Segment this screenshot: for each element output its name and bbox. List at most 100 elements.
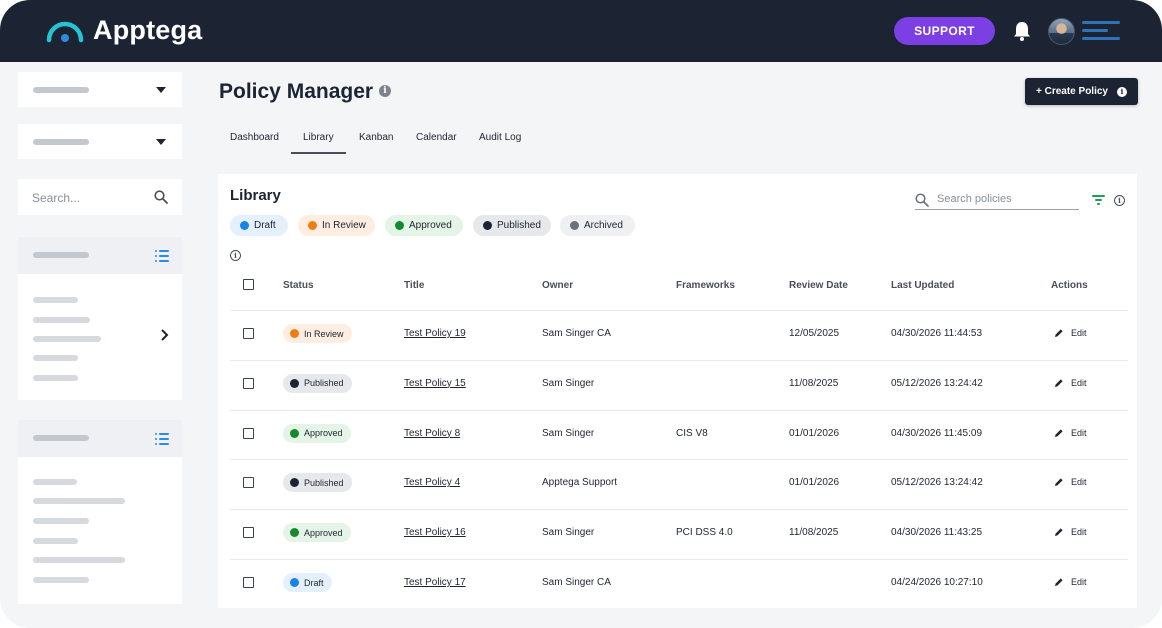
owner-cell: Sam Singer CA xyxy=(542,577,611,588)
policy-title-link[interactable]: Test Policy 4 xyxy=(404,477,460,488)
menu-icon[interactable] xyxy=(1082,21,1120,41)
edit-button[interactable]: Edit xyxy=(1054,527,1087,537)
edit-label: Edit xyxy=(1071,427,1087,438)
row-divider xyxy=(230,509,1128,511)
edit-label: Edit xyxy=(1071,527,1087,538)
row-divider xyxy=(230,459,1128,461)
row-checkbox[interactable] xyxy=(243,328,254,339)
policy-title-link[interactable]: Test Policy 17 xyxy=(404,577,466,588)
bell-icon[interactable] xyxy=(1012,20,1032,42)
edit-button[interactable]: Edit xyxy=(1054,428,1087,438)
row-checkbox[interactable] xyxy=(243,527,254,539)
filter-chip-approved[interactable]: Approved xyxy=(385,215,463,236)
last-updated-cell: 04/30/2026 11:43:25 xyxy=(891,527,983,539)
frameworks-cell: CIS V8 xyxy=(676,427,708,439)
status-badge: Draft xyxy=(283,573,332,592)
sidebar-dropdown-2[interactable] xyxy=(18,124,182,159)
pencil-icon xyxy=(1055,478,1063,487)
row-checkbox[interactable] xyxy=(243,477,254,489)
review-date-cell: 01/01/2026 xyxy=(789,477,840,489)
tab-dashboard[interactable]: Dashboard xyxy=(230,132,279,143)
status-dot xyxy=(395,221,404,230)
filter-chip-in-review[interactable]: In Review xyxy=(298,215,375,236)
status-dot xyxy=(308,221,317,230)
status-label: Published xyxy=(304,378,344,389)
filter-chip-archived[interactable]: Archived xyxy=(560,215,635,236)
review-date-cell: 11/08/2025 xyxy=(789,377,839,389)
edit-button[interactable]: Edit xyxy=(1054,328,1087,338)
filter-chip-label: Published xyxy=(497,220,541,231)
tab-audit-log[interactable]: Audit Log xyxy=(479,132,521,143)
policy-title-link[interactable]: Test Policy 19 xyxy=(404,328,466,339)
brand-logo[interactable]: Apptega xyxy=(45,14,202,46)
tab-calendar[interactable]: Calendar xyxy=(416,132,457,143)
status-label: Approved xyxy=(304,428,343,439)
frameworks-cell: PCI DSS 4.0 xyxy=(676,527,733,539)
status-dot xyxy=(290,578,299,587)
info-icon[interactable]: i xyxy=(230,250,241,261)
search-icon[interactable] xyxy=(154,190,168,204)
column-header-owner[interactable]: Owner xyxy=(542,280,573,291)
column-header-status[interactable]: Status xyxy=(283,280,314,291)
edit-button[interactable]: Edit xyxy=(1054,577,1087,587)
last-updated-cell: 05/12/2026 13:24:42 xyxy=(891,377,983,389)
filter-chip-label: Approved xyxy=(409,220,452,231)
support-button[interactable]: SUPPORT xyxy=(894,17,995,45)
app-window: Apptega SUPPORT Search... Policy Manager… xyxy=(0,0,1162,628)
tab-library[interactable]: Library xyxy=(303,132,334,143)
sidebar-panel-2 xyxy=(18,420,182,604)
create-policy-button[interactable]: + Create Policy i xyxy=(1025,78,1138,105)
list-icon[interactable] xyxy=(155,433,169,445)
list-icon[interactable] xyxy=(155,250,169,262)
search-icon xyxy=(915,193,929,207)
edit-label: Edit xyxy=(1071,328,1087,338)
edit-button[interactable]: Edit xyxy=(1054,378,1087,388)
info-icon[interactable]: i xyxy=(379,85,391,97)
row-divider xyxy=(230,310,1128,311)
row-checkbox[interactable] xyxy=(243,377,254,389)
active-tab-indicator xyxy=(291,152,346,154)
arc-logo-icon xyxy=(46,21,84,43)
status-dot xyxy=(483,221,492,230)
row-checkbox[interactable] xyxy=(243,577,254,588)
owner-cell: Sam Singer CA xyxy=(542,328,611,339)
column-header-last-updated[interactable]: Last Updated xyxy=(891,280,954,291)
policy-title-link[interactable]: Test Policy 15 xyxy=(404,378,466,389)
sidebar-dropdown-1[interactable] xyxy=(18,72,182,107)
pencil-icon xyxy=(1055,428,1063,437)
column-header-review-date[interactable]: Review Date xyxy=(789,280,848,291)
status-dot xyxy=(290,428,299,438)
edit-button[interactable]: Edit xyxy=(1054,477,1087,487)
policy-title-link[interactable]: Test Policy 16 xyxy=(404,527,466,538)
avatar[interactable] xyxy=(1048,18,1075,45)
pencil-icon xyxy=(1055,329,1063,337)
edit-label: Edit xyxy=(1071,577,1087,587)
status-badge: Published xyxy=(283,373,352,393)
status-label: Draft xyxy=(304,577,324,588)
search-policies-placeholder: Search policies xyxy=(937,193,1012,205)
row-checkbox[interactable] xyxy=(243,427,254,439)
select-all-checkbox[interactable] xyxy=(243,279,254,290)
last-updated-cell: 04/30/2026 11:45:09 xyxy=(891,427,983,439)
status-label: Published xyxy=(304,477,344,488)
status-badge: Approved xyxy=(283,423,351,443)
brand-name: Apptega xyxy=(93,14,203,45)
status-dot xyxy=(290,329,299,338)
last-updated-cell: 04/24/2026 10:27:10 xyxy=(891,577,983,588)
pencil-icon xyxy=(1055,528,1063,537)
edit-label: Edit xyxy=(1071,477,1087,488)
chevron-right-icon[interactable] xyxy=(160,329,169,341)
status-dot xyxy=(570,221,579,230)
filter-chip-published[interactable]: Published xyxy=(473,215,551,236)
filter-chip-draft[interactable]: Draft xyxy=(230,215,288,236)
policy-title-link[interactable]: Test Policy 8 xyxy=(404,428,460,439)
column-header-title[interactable]: Title xyxy=(404,280,424,291)
review-date-cell: 12/05/2025 xyxy=(789,328,840,339)
column-header-frameworks[interactable]: Frameworks xyxy=(676,280,735,291)
filter-icon[interactable] xyxy=(1092,195,1105,206)
tab-kanban[interactable]: Kanban xyxy=(359,132,393,143)
owner-cell: Apptega Support xyxy=(542,477,618,489)
info-icon: i xyxy=(1116,86,1127,97)
sidebar-panel-1 xyxy=(18,237,182,400)
info-icon[interactable]: i xyxy=(1114,195,1125,206)
